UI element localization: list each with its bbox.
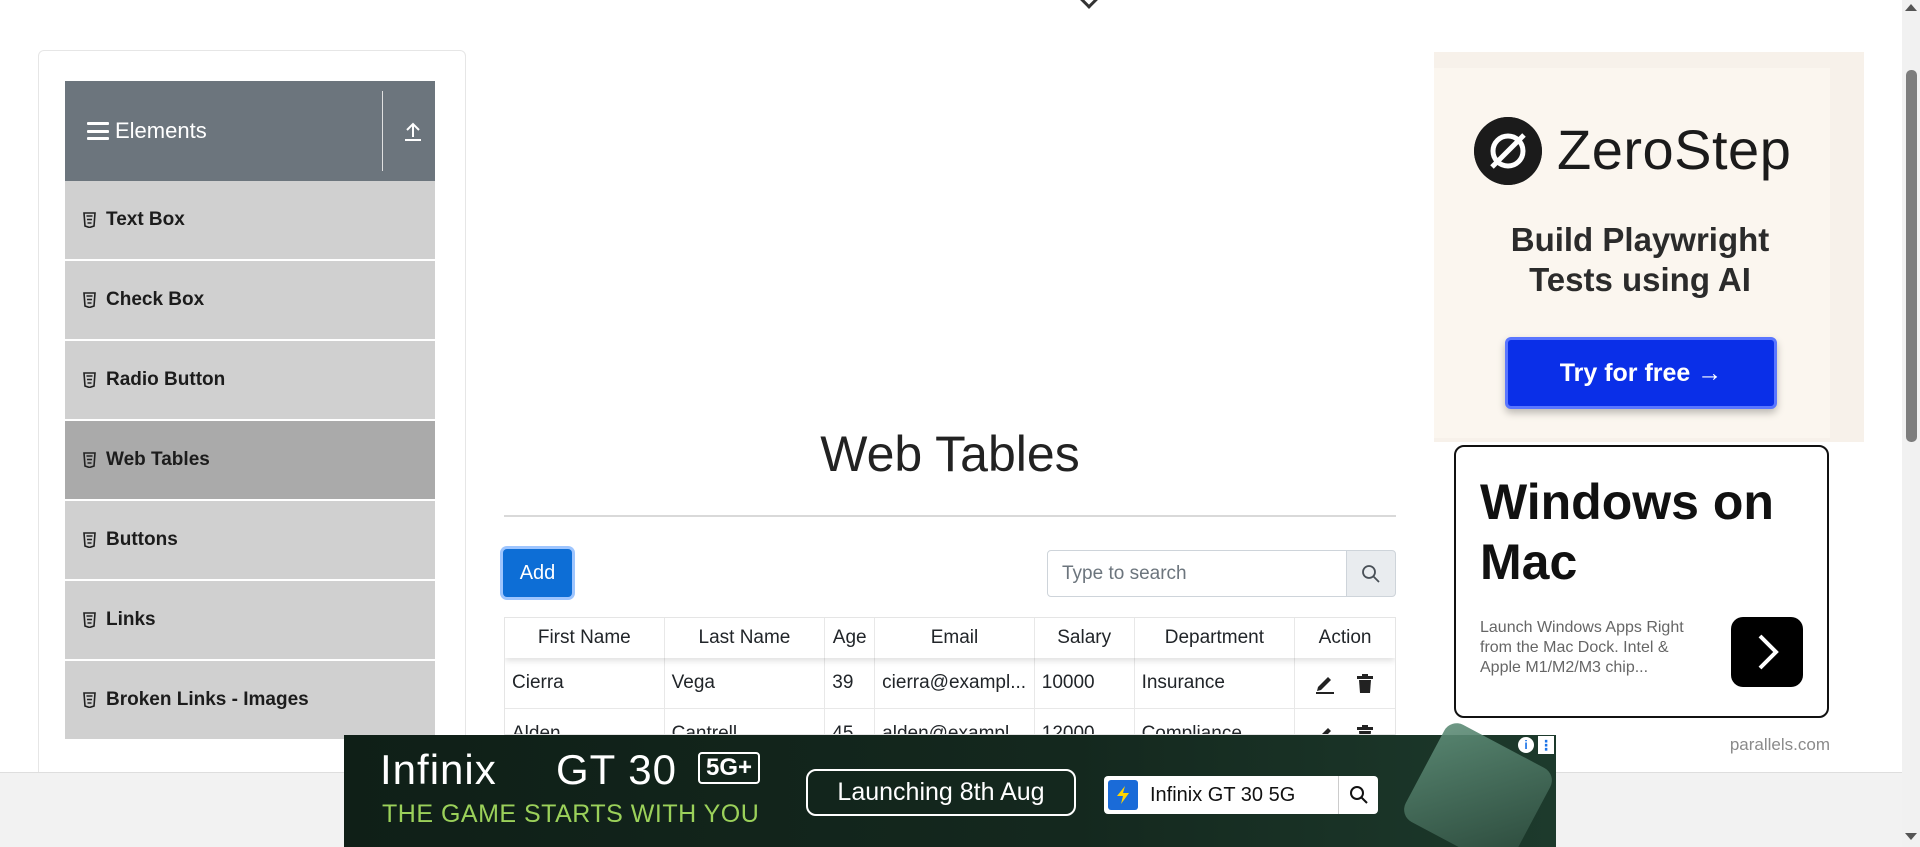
chevron-right-icon [1758, 634, 1779, 670]
parallels-ad-description: Launch Windows Apps Right from the Mac D… [1480, 619, 1684, 676]
table-cell: 39 [825, 658, 876, 708]
title-divider [504, 515, 1396, 517]
table-cell: 10000 [1035, 658, 1135, 708]
delete-icon[interactable] [1354, 723, 1376, 735]
sidebar-item-check-box[interactable]: Check Box [65, 261, 435, 341]
search-icon [1338, 776, 1378, 814]
table-cell: alden@exampl... [875, 709, 1035, 734]
flash-icon [1108, 780, 1138, 810]
infinix-search-pill[interactable]: Infinix GT 30 5G [1104, 776, 1378, 814]
search-button[interactable] [1346, 550, 1396, 597]
web-table: First Name Last Name Age Email Salary De… [504, 617, 1396, 735]
search-input[interactable] [1047, 550, 1348, 597]
ad-source[interactable]: parallels.com [1700, 735, 1830, 755]
sidebar-item-links[interactable]: Links [65, 581, 435, 661]
sidebar-item-radio-button[interactable]: Radio Button [65, 341, 435, 421]
action-cell [1295, 709, 1395, 735]
elements-group-header[interactable]: Elements [65, 81, 435, 181]
table-row: Cierra Vega 39 cierra@exampl... 10000 In… [505, 658, 1395, 709]
sidebar-item-label: Web Tables [106, 449, 210, 470]
launch-date-badge: Launching 8th Aug [806, 769, 1076, 816]
header-divider [382, 91, 383, 171]
sidebar-item-label: Buttons [106, 529, 178, 550]
table-cell: Alden [505, 709, 665, 734]
sidebar-item-broken-links[interactable]: Broken Links - Images [65, 661, 435, 741]
sidebar-item-web-tables[interactable]: Web Tables [65, 421, 435, 501]
table-cell: cierra@exampl... [875, 658, 1035, 708]
sidebar-item-label: Links [106, 609, 156, 630]
table-cell: Cierra [505, 658, 665, 708]
column-header[interactable]: First Name [505, 618, 665, 658]
page: Elements Text Box Check Box Radio Button… [0, 0, 1920, 847]
table-cell: Cantrell [665, 709, 826, 734]
scrollbar-thumb[interactable] [1906, 70, 1917, 442]
search-icon [1362, 564, 1380, 583]
ad-menu-icon[interactable]: ⋮ [1538, 736, 1554, 754]
html5-icon [83, 452, 96, 468]
infinix-tagline: THE GAME STARTS WITH YOU [382, 800, 760, 828]
column-header[interactable]: Age [825, 618, 876, 658]
sidebar-item-label: Text Box [106, 209, 185, 230]
table-cell: Vega [665, 658, 826, 708]
scroll-down-icon[interactable] [1905, 833, 1917, 840]
scroll-up-icon[interactable] [1905, 4, 1917, 11]
html5-icon [83, 692, 96, 708]
group-title: Elements [115, 118, 207, 143]
table-cell: 12000 [1035, 709, 1135, 734]
sidebar-menu: Text Box Check Box Radio Button Web Tabl… [65, 181, 435, 741]
infinix-5g-badge: 5G+ [698, 752, 761, 784]
zerostep-tagline: Build Playwright Tests using AI [1510, 221, 1770, 298]
column-header[interactable]: Salary [1035, 618, 1135, 658]
table-cell: Compliance [1135, 709, 1296, 734]
column-header[interactable]: Department [1135, 618, 1296, 658]
column-header[interactable]: Last Name [665, 618, 826, 658]
zerostep-logo-icon [1474, 117, 1542, 185]
html5-icon [83, 532, 96, 548]
sidebar-item-label: Broken Links - Images [106, 689, 309, 710]
ad-info-icon[interactable]: i [1518, 737, 1534, 753]
infinix-model: GT 30 [556, 746, 677, 793]
action-cell [1295, 658, 1395, 708]
table-row: Alden Cantrell 45 alden@exampl... 12000 … [505, 709, 1395, 735]
sidebar-item-buttons[interactable]: Buttons [65, 501, 435, 581]
add-button[interactable]: Add [503, 549, 572, 597]
column-header[interactable]: Email [875, 618, 1035, 658]
html5-icon [83, 612, 96, 628]
parallels-ad-arrow-button[interactable] [1731, 617, 1803, 687]
edit-icon[interactable] [1314, 672, 1336, 694]
collapse-icon[interactable] [404, 121, 422, 141]
column-header[interactable]: Action [1295, 618, 1395, 658]
edit-icon[interactable] [1314, 723, 1336, 735]
html5-icon [83, 372, 96, 388]
menu-icon [87, 122, 109, 140]
sidebar-item-label: Check Box [106, 289, 205, 310]
delete-icon[interactable] [1354, 672, 1376, 694]
html5-icon [83, 292, 96, 308]
page-title: Web Tables [820, 426, 1080, 482]
chevron-icon [1079, 0, 1099, 9]
table-cell: 45 [825, 709, 876, 734]
sidebar-item-label: Radio Button [106, 369, 226, 390]
sidebar-item-text-box[interactable]: Text Box [65, 181, 435, 261]
infinix-search-text: Infinix GT 30 5G [1150, 783, 1296, 806]
html5-icon [83, 212, 96, 228]
try-free-button[interactable]: Try for free → [1505, 337, 1777, 409]
parallels-ad-title: Windows on Mac [1480, 474, 1774, 590]
table-cell: Insurance [1135, 658, 1296, 708]
zerostep-brand: ZeroStep [1557, 118, 1792, 181]
table-header-row: First Name Last Name Age Email Salary De… [505, 618, 1395, 658]
infinix-brand: Infinix [380, 746, 497, 793]
